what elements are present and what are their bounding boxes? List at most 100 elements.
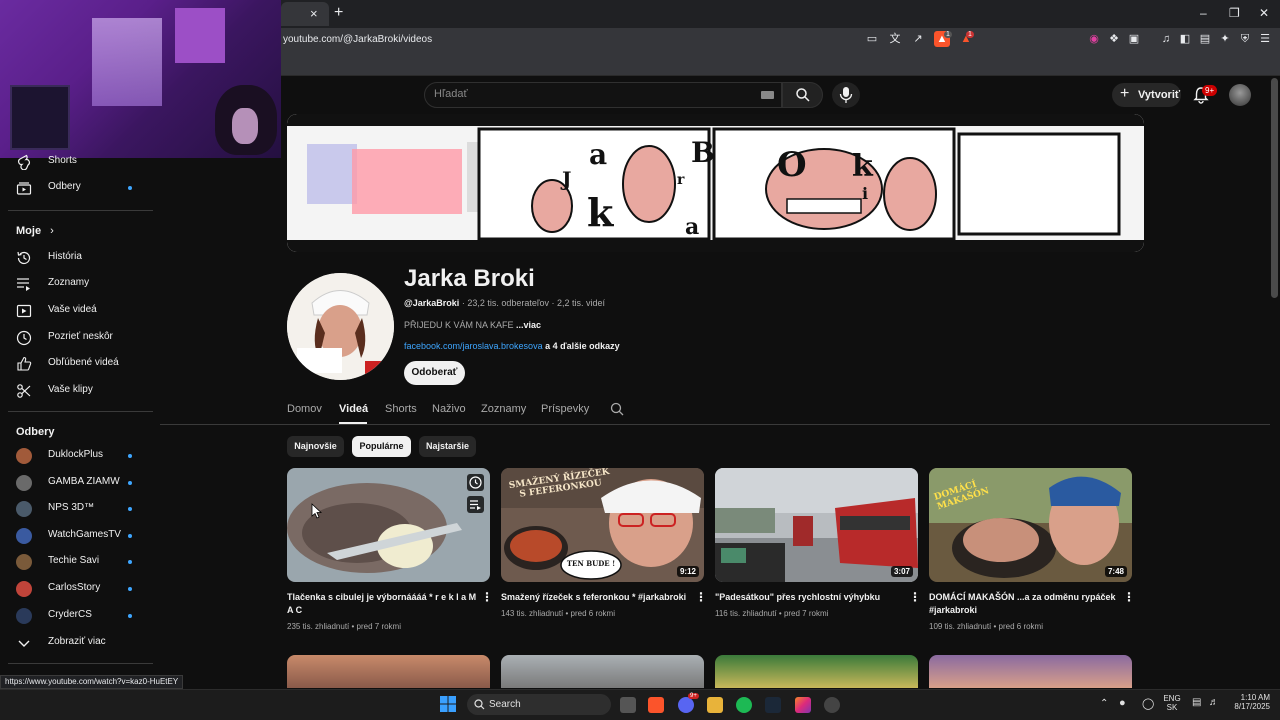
channel-search-icon[interactable] (610, 402, 624, 416)
sidebar-sub-techie-savi[interactable]: Techie Savi (16, 552, 156, 572)
language-indicator[interactable]: ENG SK (1160, 694, 1184, 712)
sidebar-sub-crydercs[interactable]: CryderCS (16, 606, 156, 626)
microphone-tray-icon[interactable]: ◯ (1142, 697, 1154, 710)
video-menu-icon[interactable]: ⋮ (1123, 590, 1135, 604)
account-avatar[interactable] (1229, 84, 1251, 106)
close-window-icon[interactable]: ✕ (1259, 6, 1269, 20)
sidebar-sub-nps-3d[interactable]: NPS 3D™ (16, 499, 156, 519)
task-view-icon[interactable] (620, 697, 636, 713)
tab-close-icon[interactable]: × (310, 6, 318, 21)
channel-description[interactable]: PŘIJEDU K VÁM NA KAFE ...viac (404, 320, 541, 330)
browser-menu-icon[interactable]: ☰ (1257, 31, 1273, 47)
search-input[interactable]: Hľadať (434, 88, 468, 100)
tray-overflow-icon[interactable]: ⌃ (1100, 698, 1108, 709)
extension-icon-1[interactable]: ◉ (1086, 31, 1102, 47)
tray-app-icon[interactable]: ● (1119, 697, 1126, 709)
video-title[interactable]: "Padesátkou" přes rychlostní výhybku (715, 591, 905, 604)
video-thumbnail[interactable]: 3:07 (715, 468, 918, 582)
video-thumbnail[interactable] (287, 655, 490, 688)
minimize-icon[interactable]: – (1200, 6, 1207, 20)
video-thumbnail[interactable] (501, 655, 704, 688)
sidebar-item-your-clips[interactable]: Vaše klipy (16, 381, 156, 401)
video-meta: 116 tis. zhliadnutí • pred 7 rokmi (715, 609, 828, 618)
video-thumbnail[interactable]: SMAŽENÝ ŘÍZEČEK S FEFERONKOU TEN BUDE ! … (501, 468, 704, 582)
sidebar-sub-duklockplus[interactable]: DuklockPlus (16, 446, 156, 466)
video-thumbnail[interactable] (929, 655, 1132, 688)
sidebar-item-odbery[interactable]: Odbery (16, 178, 156, 198)
create-label: Vytvoriť (1138, 89, 1181, 101)
leo-ai-icon[interactable]: ✦ (1217, 31, 1233, 47)
tab-nazivo[interactable]: Naživo (432, 403, 466, 415)
page-scrollbar[interactable] (1271, 78, 1278, 298)
sidebar-item-label: DuklockPlus (48, 449, 104, 460)
sidebar-item-history[interactable]: História (16, 248, 156, 268)
voice-search-button[interactable] (832, 82, 860, 108)
sidebar-sub-carlosstory[interactable]: CarlosStory (16, 579, 156, 599)
translate-icon[interactable]: 文 (887, 31, 903, 47)
watch-later-button[interactable] (467, 474, 484, 491)
discord-icon[interactable] (678, 697, 694, 713)
url-field[interactable]: youtube.com/@JarkaBroki/videos (283, 34, 432, 45)
steam-icon[interactable] (765, 697, 781, 713)
channel-banner: a J B r k a O k i (287, 114, 1144, 252)
video-thumbnail[interactable] (287, 468, 490, 582)
keyboard-icon[interactable] (761, 91, 774, 99)
obs-icon[interactable] (824, 697, 840, 713)
subscriber-count: 23,2 tis. odberateľov (467, 298, 550, 308)
video-menu-icon[interactable]: ⋮ (481, 590, 493, 604)
sidebar-sub-gamba-ziamw[interactable]: GAMBA ZIAMW (16, 473, 156, 493)
extensions-puzzle-icon[interactable]: ❖ (1106, 31, 1122, 47)
search-box[interactable] (424, 82, 782, 108)
video-thumbnail[interactable] (715, 655, 918, 688)
video-menu-icon[interactable]: ⋮ (695, 590, 707, 604)
vpn-shield-icon[interactable]: ⛨ (1237, 31, 1253, 47)
add-to-queue-button[interactable] (467, 496, 484, 513)
create-button[interactable]: + Vytvoriť (1112, 83, 1181, 107)
spotify-icon[interactable] (736, 697, 752, 713)
windows-start-icon[interactable] (440, 696, 456, 712)
media-controls-icon[interactable]: ♫ (1158, 31, 1174, 47)
sidebar-item-watch-later[interactable]: Pozrieť neskôr (16, 328, 156, 348)
browser-tab[interactable] (281, 2, 329, 26)
cast-icon[interactable]: ▭ (864, 31, 880, 47)
new-tab-icon[interactable]: + (334, 4, 343, 22)
video-title[interactable]: Tlačenka s cibulej je výbornáááá * r e k… (287, 591, 477, 617)
sidebar-moje-heading[interactable]: Moje › (16, 225, 54, 237)
wallet-icon[interactable]: ▤ (1197, 31, 1213, 47)
screenshot-icon[interactable]: ▣ (1126, 31, 1142, 47)
video-title[interactable]: Smažený řízeček s feferonkou * #jarkabro… (501, 591, 691, 604)
channel-avatar-large[interactable] (287, 273, 394, 380)
chip-najstarsie[interactable]: Najstaršie (419, 436, 476, 457)
channel-link[interactable]: facebook.com/jaroslava.brokesova (404, 341, 543, 351)
sidebar-sub-watchgamestv[interactable]: WatchGamesTV (16, 526, 156, 546)
tab-prispevky[interactable]: Príspevky (541, 403, 589, 415)
subscribe-button[interactable]: Odoberať (404, 361, 465, 385)
tab-videa[interactable]: Videá (339, 403, 368, 415)
sidebar-item-your-videos[interactable]: Vaše videá (16, 301, 156, 321)
sidebar-toggle-icon[interactable]: ◧ (1177, 31, 1193, 47)
tab-zoznamy[interactable]: Zoznamy (481, 403, 526, 415)
volume-icon[interactable]: ♬ (1209, 697, 1219, 708)
brave-browser-icon[interactable] (648, 697, 664, 713)
sidebar-item-shorts[interactable]: Shorts (16, 152, 156, 172)
description-more[interactable]: ...viac (516, 320, 541, 330)
new-content-dot (128, 587, 132, 591)
video-title[interactable]: DOMÁCÍ MAKAŠÓN ...a za odměnu rypáček #j… (929, 591, 1119, 617)
tab-domov[interactable]: Domov (287, 403, 322, 415)
video-menu-icon[interactable]: ⋮ (909, 590, 921, 604)
share-icon[interactable]: ↗ (910, 31, 926, 47)
clock[interactable]: 1:10 AM 8/17/2025 (1226, 693, 1270, 711)
tab-shorts[interactable]: Shorts (385, 403, 417, 415)
file-explorer-icon[interactable] (707, 697, 723, 713)
instagram-icon[interactable] (795, 697, 811, 713)
sidebar-show-more[interactable]: Zobraziť viac (16, 633, 156, 653)
chip-najnovsie[interactable]: Najnovšie (287, 436, 344, 457)
more-links[interactable]: a 4 ďalšie odkazy (545, 341, 620, 351)
search-button[interactable] (782, 82, 823, 108)
sidebar-item-playlists[interactable]: Zoznamy (16, 274, 156, 294)
sidebar-item-liked-videos[interactable]: Obľúbené videá (16, 354, 156, 374)
video-thumbnail[interactable]: DOMÁCÍ MAKAŠÓN 7:48 (929, 468, 1132, 582)
chip-popularne[interactable]: Populárne (352, 436, 411, 457)
maximize-icon[interactable]: ❐ (1229, 6, 1240, 20)
network-icon[interactable]: ▤ (1192, 697, 1201, 708)
